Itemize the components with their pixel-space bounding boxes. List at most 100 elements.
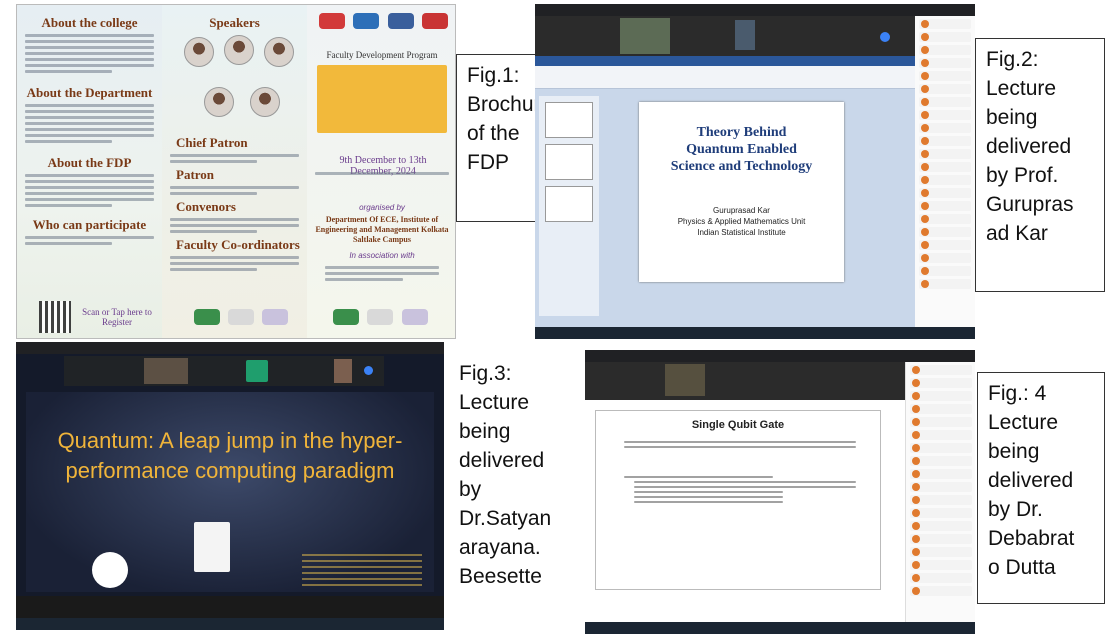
lecture-screenshot-beesette: Quantum: A leap jump in the hyper- perfo… (16, 342, 444, 630)
caption-line: Gurupras (986, 193, 1074, 216)
windows-taskbar (585, 622, 975, 634)
slide-title-line: Quantum: A leap jump in the hyper- (57, 428, 403, 453)
partner-logo-icon (387, 13, 414, 29)
participant-video (334, 359, 352, 383)
cas-logo-icon (194, 309, 220, 325)
about-fdp-heading: About the FDP (47, 155, 132, 170)
iem-logo-icon (319, 13, 345, 29)
caption-line: o Dutta (988, 556, 1056, 579)
participant-video (620, 18, 670, 54)
fig3-caption: Fig.3: Lecture being delivered by Dr.Sat… (448, 352, 583, 630)
speakers-heading: Speakers (209, 15, 260, 30)
brochure-column-middle: Speakers Chief Patron Patron Convenors F… (162, 5, 307, 338)
meeting-controls[interactable] (16, 596, 444, 618)
caption-line: delivered (986, 135, 1072, 158)
uem-logo-icon (422, 13, 449, 29)
presenter-unit: Physics & Applied Mathematics Unit (677, 217, 806, 226)
slide-title-line: Quantum Enabled (686, 142, 797, 157)
caption-line: ad Kar (986, 222, 1048, 245)
meeting-top-bar (535, 4, 975, 16)
user-icon[interactable] (880, 32, 890, 42)
program-name-box (317, 65, 447, 133)
brochure-image: About the college About the Department A… (16, 4, 456, 339)
chief-patron-heading: Chief Patron (176, 135, 248, 150)
caption-line: Fig.: 4 (988, 382, 1047, 405)
presenter-name: Guruprasad Kar (713, 206, 770, 215)
caption-line: Fig.3: (459, 362, 512, 385)
meeting-top-bar (16, 342, 444, 354)
slide-title-line: Science and Technology (670, 159, 813, 174)
patron-heading: Patron (176, 167, 215, 182)
qr-code-icon (39, 301, 71, 333)
slide-title: Single Qubit Gate (691, 419, 785, 431)
we-logo-icon (401, 309, 428, 325)
slide-thumbnail-pane[interactable] (539, 96, 599, 316)
slide-title-line: Theory Behind (696, 125, 787, 140)
caption-line: delivered (459, 449, 545, 472)
about-department-heading: About the Department (26, 85, 153, 100)
fig2-caption: Fig.2: Lecture being delivered by Prof. … (975, 38, 1105, 292)
caption-line: Dr.Satyan (459, 507, 552, 530)
participant-video (144, 358, 188, 384)
shared-slide: Single Qubit Gate (585, 400, 905, 622)
slide-canvas: Theory Behind Quantum Enabled Science an… (639, 102, 844, 282)
partner-logo-icon (228, 309, 254, 325)
lecture-screenshot-kar: Theory Behind Quantum Enabled Science an… (535, 4, 975, 339)
caption-line: delivered (988, 469, 1074, 492)
slide-title-line: performance computing paradigm (65, 458, 395, 483)
shared-slide: Quantum: A leap jump in the hyper- perfo… (26, 392, 434, 592)
speaker-avatar (250, 87, 280, 117)
program-title: Faculty Development Program (326, 50, 438, 60)
speaker-avatar (204, 87, 234, 117)
participants-panel (915, 16, 975, 327)
speaker-avatar (224, 35, 254, 65)
we-logo-icon (262, 309, 288, 325)
caption-line: by (459, 478, 482, 501)
participant-video (735, 20, 755, 50)
windows-taskbar (16, 618, 444, 630)
caption-line: Lecture (988, 411, 1059, 434)
scan-register-text: Scan or Tap here to Register (82, 307, 152, 327)
brochure-column-left: About the college About the Department A… (17, 5, 162, 338)
caption-line: Lecture (459, 391, 530, 414)
presenter-institute: Indian Statistical Institute (697, 228, 786, 237)
speaker-avatar (184, 37, 214, 67)
institute-logo-icon (92, 552, 128, 588)
organised-by-label: organised by (359, 203, 405, 212)
participant-avatar (246, 360, 268, 382)
powerpoint-window: Theory Behind Quantum Enabled Science an… (535, 56, 915, 328)
brochure-column-right: Faculty Development Program 9th December… (307, 5, 455, 338)
participant-video (665, 364, 705, 396)
user-icon[interactable] (364, 366, 373, 375)
video-strip (64, 356, 384, 386)
caption-line: being (459, 420, 511, 443)
video-strip (535, 16, 915, 56)
faculty-coordinators-heading: Faculty Co-ordinators (176, 237, 300, 252)
organising-department: Department Of ECE, Institute of Engineer… (315, 215, 449, 244)
caption-line: being (988, 440, 1040, 463)
windows-taskbar (535, 327, 975, 339)
lecture-screenshot-dutta: Single Qubit Gate (585, 350, 975, 634)
slide-footer-text (302, 554, 422, 588)
partner-logo-icon (367, 309, 394, 325)
slide-canvas: Single Qubit Gate (595, 410, 881, 590)
fig4-caption: Fig.: 4 Lecture being delivered by Dr. D… (977, 372, 1105, 604)
association-label: In association with (349, 251, 415, 260)
participants-panel (905, 362, 975, 622)
caption-line: Beesette (459, 565, 542, 588)
convenors-heading: Convenors (176, 199, 236, 214)
partner-logo-icon (353, 13, 380, 29)
caption-line: by Dr. (988, 498, 1043, 521)
caption-line: arayana. (459, 536, 541, 559)
caption-line: Lecture (986, 77, 1057, 100)
video-strip (585, 362, 905, 400)
meeting-top-bar (585, 350, 975, 362)
speaker-avatar (264, 37, 294, 67)
popup-menu[interactable] (194, 522, 230, 572)
caption-line: Debabrat (988, 527, 1075, 550)
caption-line: by Prof. (986, 164, 1059, 187)
caption-line: being (986, 106, 1038, 129)
caption-line: Fig.2: (986, 48, 1039, 71)
who-can-participate-heading: Who can participate (32, 217, 147, 232)
cas-logo-icon (333, 309, 359, 325)
